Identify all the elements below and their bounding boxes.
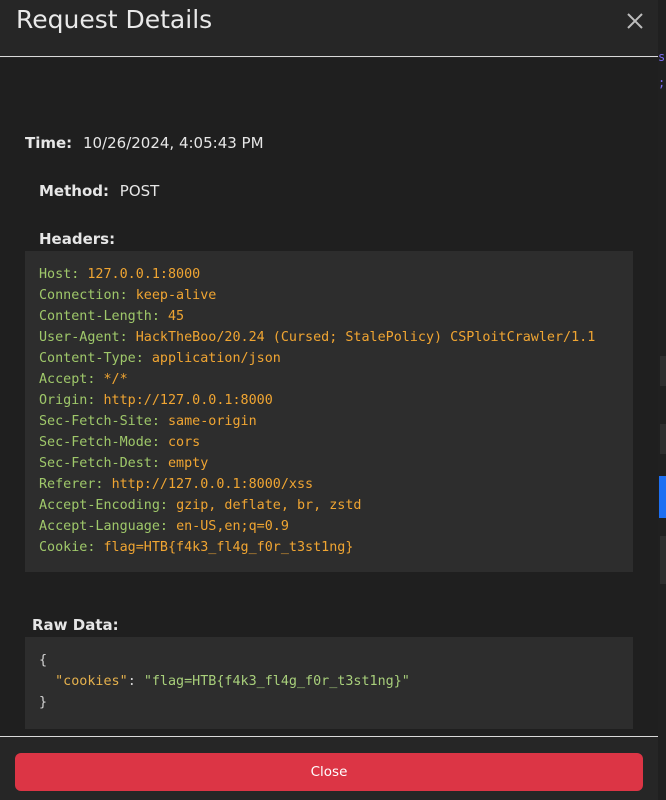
header-key: Accept:	[39, 372, 96, 387]
raw-data-separator: :	[127, 674, 144, 689]
header-value: same-origin	[168, 414, 257, 429]
header-line: Host: 127.0.0.1:8000	[39, 264, 619, 285]
close-icon[interactable]	[620, 6, 648, 34]
header-value: keep-alive	[135, 288, 217, 303]
header-key: Cookie:	[39, 540, 96, 555]
header-key: Sec-Fetch-Site:	[39, 414, 160, 429]
header-line: Sec-Fetch-Dest: empty	[39, 453, 619, 474]
header-line: Referer: http://127.0.0.1:8000/xss	[39, 474, 619, 495]
header-value: flag=HTB{f4k3_fl4g_f0r_t3st1ng}	[103, 540, 354, 555]
header-key: Sec-Fetch-Mode:	[39, 435, 160, 450]
header-value: http://127.0.0.1:8000/xss	[111, 477, 314, 492]
header-value: empty	[168, 456, 209, 471]
background-button	[659, 476, 666, 518]
request-details-modal: Request Details Time: 10/26/2024, 4:05:4…	[0, 0, 658, 800]
background-code-fragment: ;	[658, 76, 666, 90]
modal-header: Request Details	[0, 0, 658, 57]
header-value: 127.0.0.1:8000	[87, 267, 201, 282]
header-line: Cookie: flag=HTB{f4k3_fl4g_f0r_t3st1ng}	[39, 537, 619, 558]
modal-footer: Close	[0, 736, 658, 800]
method-value: POST	[119, 182, 160, 200]
time-value: 10/26/2024, 4:05:43 PM	[82, 134, 264, 152]
close-button[interactable]: Close	[15, 753, 643, 791]
header-key: Host:	[39, 267, 80, 282]
method-row: Method: POST	[39, 182, 159, 200]
raw-open-brace: {	[39, 653, 48, 668]
modal-body: Time: 10/26/2024, 4:05:43 PM Method: POS…	[0, 58, 658, 736]
background-page	[658, 0, 666, 800]
header-key: Accept-Language:	[39, 519, 168, 534]
header-line: Accept-Encoding: gzip, deflate, br, zstd	[39, 495, 619, 516]
time-label: Time:	[25, 134, 73, 152]
header-line: Sec-Fetch-Site: same-origin	[39, 411, 619, 432]
header-value: http://127.0.0.1:8000	[103, 393, 273, 408]
background-panel	[660, 424, 666, 454]
headers-label: Headers:	[39, 230, 116, 248]
header-value: */*	[103, 372, 128, 387]
header-line: Content-Type: application/json	[39, 348, 619, 369]
header-key: Sec-Fetch-Dest:	[39, 456, 160, 471]
header-line: Content-Length: 45	[39, 306, 619, 327]
raw-data-entry: "cookies": "flag=HTB{f4k3_fl4g_f0r_t3st1…	[39, 671, 619, 692]
headers-block: Host: 127.0.0.1:8000 Connection: keep-ali…	[25, 251, 633, 572]
header-line: Accept-Language: en-US,en;q=0.9	[39, 516, 619, 537]
header-key: Content-Length:	[39, 309, 160, 324]
raw-data-key: "cookies"	[55, 674, 128, 689]
header-key: Connection:	[39, 288, 128, 303]
raw-close-brace: }	[39, 695, 48, 710]
header-line: Origin: http://127.0.0.1:8000	[39, 390, 619, 411]
time-row: Time: 10/26/2024, 4:05:43 PM	[25, 134, 264, 152]
header-line: Accept: */*	[39, 369, 619, 390]
header-value: en-US,en;q=0.9	[176, 519, 289, 534]
raw-data-label: Raw Data:	[32, 616, 119, 634]
header-key: Origin:	[39, 393, 96, 408]
header-key: Referer:	[39, 477, 104, 492]
header-line: User-Agent: HackTheBoo/20.24 (Cursed; St…	[39, 327, 619, 348]
header-value: cors	[168, 435, 201, 450]
header-value: gzip, deflate, br, zstd	[176, 498, 362, 513]
background-panel	[660, 536, 666, 584]
header-value: HackTheBoo/20.24 (Cursed; StalePolicy) C…	[135, 330, 596, 345]
method-label: Method:	[39, 182, 109, 200]
header-key: Content-Type:	[39, 351, 144, 366]
background-panel	[660, 356, 666, 386]
header-key: Accept-Encoding:	[39, 498, 168, 513]
header-line: Connection: keep-alive	[39, 285, 619, 306]
background-code-fragment: s	[658, 50, 666, 64]
header-value: 45	[168, 309, 185, 324]
raw-data-block: { "cookies": "flag=HTB{f4k3_fl4g_f0r_t3s…	[25, 637, 633, 729]
header-line: Sec-Fetch-Mode: cors	[39, 432, 619, 453]
header-value: application/json	[151, 351, 281, 366]
header-key: User-Agent:	[39, 330, 128, 345]
modal-title: Request Details	[16, 5, 213, 34]
raw-data-value: "flag=HTB{f4k3_fl4g_f0r_t3st1ng}"	[143, 674, 410, 689]
